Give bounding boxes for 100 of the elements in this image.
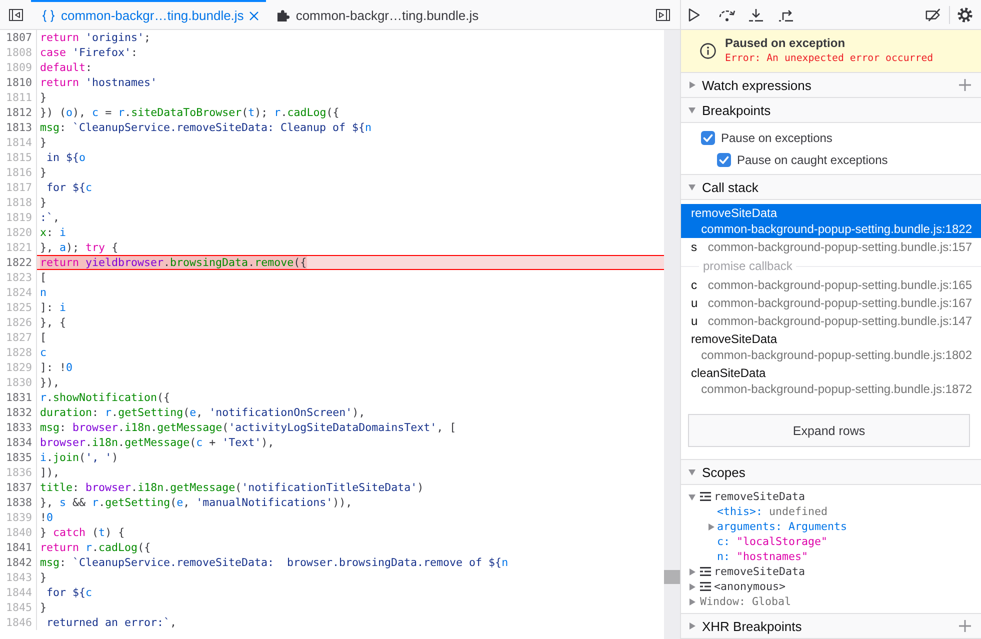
stack-frame[interactable]: removeSiteData common-background-popup-setting.bundle.js:1822 bbox=[681, 204, 981, 238]
scrollbar-thumb[interactable] bbox=[664, 570, 680, 584]
variable-item[interactable]: <this>: undefined bbox=[681, 504, 981, 519]
checkbox[interactable] bbox=[701, 131, 715, 145]
code-line: c bbox=[40, 346, 47, 359]
scrollbar[interactable] bbox=[664, 30, 680, 639]
line-number: 1837 bbox=[0, 480, 37, 495]
code-line: browser.i18n.getMessage(c + 'Text'), bbox=[40, 436, 274, 449]
section-header[interactable]: Call stack bbox=[681, 175, 981, 200]
checkbox-option[interactable]: Pause on caught exceptions bbox=[681, 150, 981, 170]
close-icon[interactable] bbox=[248, 10, 259, 20]
line-number: 1817 bbox=[0, 180, 37, 195]
scope-item[interactable]: removeSiteData bbox=[681, 489, 981, 504]
section-header[interactable]: Watch expressions bbox=[681, 73, 981, 98]
code-line: } bbox=[40, 136, 47, 149]
plus-icon[interactable] bbox=[959, 620, 971, 632]
line-number: 1844 bbox=[0, 585, 37, 600]
checkbox[interactable] bbox=[717, 153, 731, 167]
checkbox-option[interactable]: Pause on exceptions bbox=[681, 128, 981, 148]
scope-lines-icon bbox=[700, 492, 711, 501]
section-header[interactable]: Scopes bbox=[681, 460, 981, 485]
play-icon[interactable] bbox=[688, 8, 700, 22]
code-line: }, a); try { bbox=[40, 241, 118, 254]
section-header[interactable]: XHR Breakpoints bbox=[681, 614, 981, 639]
stack-frame[interactable]: removeSiteData common-background-popup-setting.bundle.js:1802 bbox=[681, 330, 981, 364]
line-number: 1816 bbox=[0, 165, 37, 180]
line-number: 1843 bbox=[0, 570, 37, 585]
file-tab[interactable]: common-backgr…ting.bundle.js bbox=[31, 0, 266, 29]
arrow-down-to-line-icon[interactable] bbox=[748, 8, 764, 22]
scope-item[interactable]: <anonymous> bbox=[681, 579, 981, 594]
error-message: Error: An unexpected error occurred bbox=[725, 52, 934, 66]
line-number: 1829 bbox=[0, 360, 37, 375]
scope-item[interactable]: removeSiteData bbox=[681, 564, 981, 579]
line-number: 1821 bbox=[0, 240, 37, 255]
code-line: }, s && r.getSetting(e, 'manualNotifications')), bbox=[40, 496, 352, 509]
variable-item[interactable]: arguments: Arguments bbox=[681, 519, 981, 534]
line-number: 1834 bbox=[0, 435, 37, 450]
curved-arrow-icon[interactable] bbox=[718, 8, 736, 22]
line-number: 1815 bbox=[0, 150, 37, 165]
line-number: 1809 bbox=[0, 60, 37, 75]
line-number: 1825 bbox=[0, 300, 37, 315]
line-number: 1830 bbox=[0, 375, 37, 390]
scope-lines-icon bbox=[700, 582, 711, 591]
code-line: i.join(', ') bbox=[40, 451, 118, 464]
bent-arrow-icon[interactable] bbox=[778, 8, 794, 22]
code-line: ]: !0 bbox=[40, 361, 73, 374]
scope-lines-icon bbox=[700, 567, 711, 576]
code-line: r.showNotification({ bbox=[40, 391, 170, 404]
scope-item[interactable]: Window: Global bbox=[681, 594, 981, 609]
stack-frame[interactable]: cleanSiteData common-background-popup-setting.bundle.js:1872 bbox=[681, 364, 981, 398]
line-number: 1814 bbox=[0, 135, 37, 150]
line-number: 1810 bbox=[0, 75, 37, 90]
panel-toggle-icon[interactable] bbox=[9, 8, 23, 20]
code-line: ]), bbox=[40, 466, 60, 479]
stack-frame[interactable]: c common-background-popup-setting.bundle.js:165 bbox=[681, 276, 981, 294]
code-line: return 'hostnames' bbox=[40, 76, 158, 89]
code-line: default: bbox=[40, 61, 92, 74]
line-number: 1845 bbox=[0, 600, 37, 615]
line-number: 1833 bbox=[0, 420, 37, 435]
code-line: n bbox=[40, 286, 47, 299]
code-line: for ${c bbox=[46, 586, 92, 599]
section-header[interactable]: Breakpoints bbox=[681, 98, 981, 123]
tag-slash-icon[interactable] bbox=[925, 8, 942, 22]
code-line: }), bbox=[40, 376, 60, 389]
braces-icon bbox=[42, 10, 55, 22]
line-number: 1808 bbox=[0, 45, 37, 60]
expand-rows-button[interactable]: Expand rows bbox=[688, 414, 970, 447]
line-number: 1828 bbox=[0, 345, 37, 360]
variable-item[interactable]: n: "hostnames" bbox=[681, 549, 981, 564]
code-line: msg: `CleanupService.removeSiteData: browser.browsingData.remove of ${n bbox=[40, 556, 508, 569]
settings-icon[interactable] bbox=[957, 6, 973, 22]
code-line: msg: `CleanupService.removeSiteData: Cleanup of ${n bbox=[40, 121, 372, 134]
code-line: } bbox=[40, 166, 47, 179]
code-line: } bbox=[40, 601, 47, 614]
line-number: 1827 bbox=[0, 330, 37, 345]
file-tab[interactable]: common-backgr…ting.bundle.js bbox=[266, 0, 486, 29]
code-line: } bbox=[40, 571, 47, 584]
code-line: [ bbox=[40, 331, 47, 344]
line-number: 1826 bbox=[0, 315, 37, 330]
code-line: } bbox=[40, 91, 47, 104]
code-line: !0 bbox=[40, 511, 54, 524]
code-line: case 'Firefox': bbox=[40, 46, 138, 59]
puzzle-icon bbox=[276, 9, 290, 22]
code-line: for ${c bbox=[46, 181, 92, 194]
line-number: 1846 bbox=[0, 615, 37, 630]
stack-frame[interactable]: u common-background-popup-setting.bundle.js:167 bbox=[681, 294, 981, 312]
line-number: 1824 bbox=[0, 285, 37, 300]
line-number: 1842 bbox=[0, 555, 37, 570]
code-line: duration: r.getSetting(e, 'notificationOnScreen'), bbox=[40, 406, 366, 419]
stack-frame[interactable]: u common-background-popup-setting.bundle.js:147 bbox=[681, 312, 981, 330]
code-line: }, { bbox=[40, 316, 66, 329]
line-number: 1835 bbox=[0, 450, 37, 465]
panel-toggle-icon[interactable] bbox=[656, 8, 670, 20]
variable-item[interactable]: c: "localStorage" bbox=[681, 534, 981, 549]
stack-frame[interactable]: s common-background-popup-setting.bundle.js:157 bbox=[681, 238, 981, 256]
code-line: } catch (t) { bbox=[40, 526, 125, 539]
line-number: 1841 bbox=[0, 540, 37, 555]
plus-icon[interactable] bbox=[959, 79, 971, 91]
code-line: return r.cadLog({ bbox=[40, 541, 151, 554]
info-icon bbox=[700, 43, 716, 59]
